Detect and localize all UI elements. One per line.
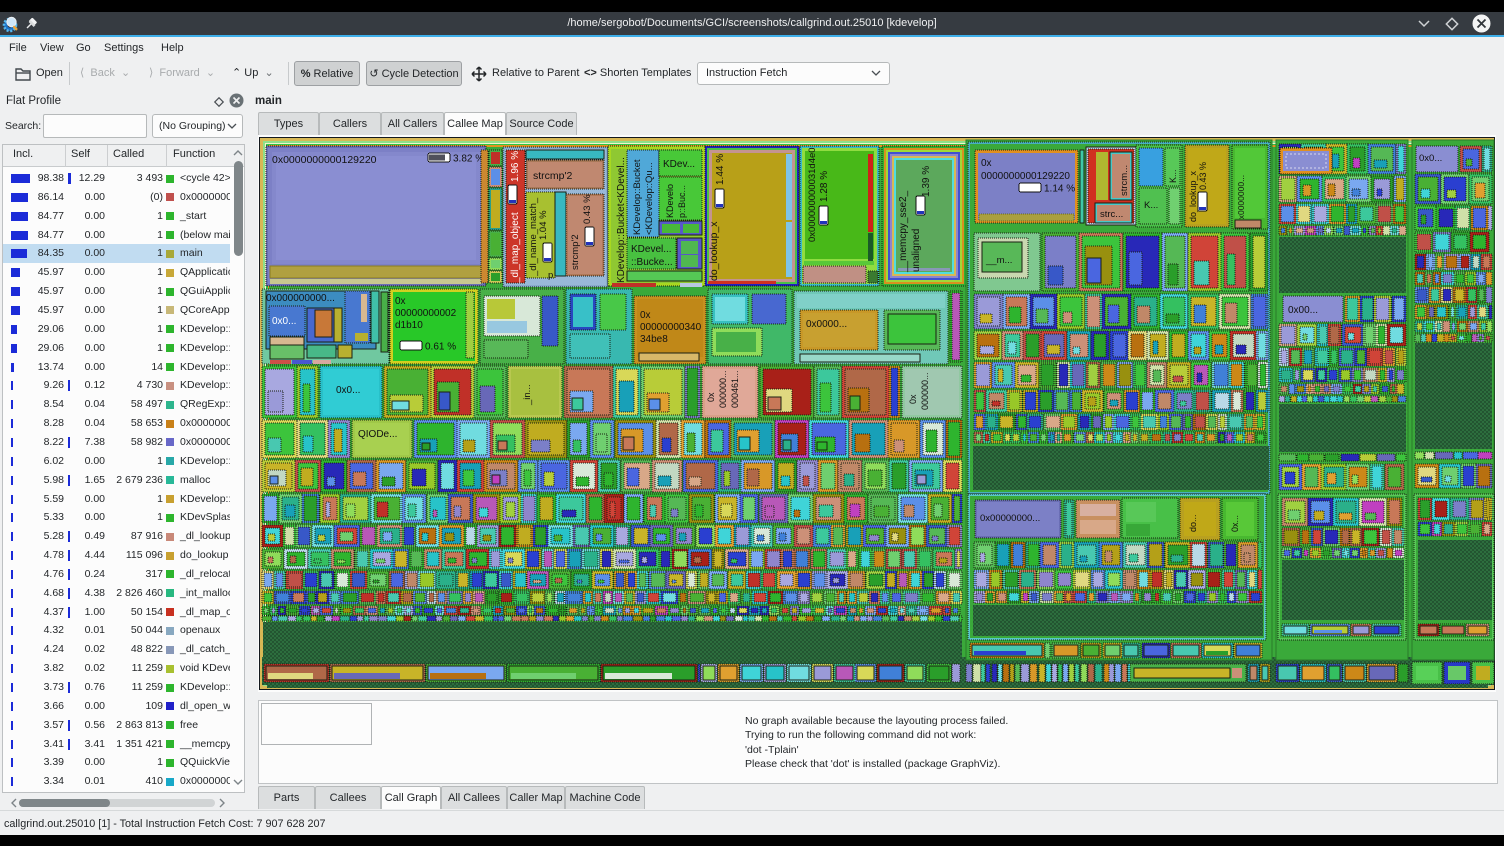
svg-text:0x: 0x bbox=[908, 394, 918, 404]
svg-text:KDevelop::Bucket<KDevel...: KDevelop::Bucket<KDevel... bbox=[616, 157, 627, 283]
svg-text:0.61 %: 0.61 % bbox=[425, 342, 456, 353]
svg-text:3.82 %: 3.82 % bbox=[453, 154, 484, 165]
svg-text:0.43 %: 0.43 % bbox=[582, 194, 593, 224]
svg-text:000461...: 000461... bbox=[730, 370, 740, 408]
svg-text:_dl_map_object: _dl_map_object bbox=[510, 212, 521, 284]
svg-text:strcmp'2: strcmp'2 bbox=[533, 170, 573, 182]
svg-text:__m...: __m... bbox=[985, 255, 1012, 266]
svg-text:1.44 %: 1.44 % bbox=[715, 154, 726, 185]
svg-text:0000000000129220: 0000000000129220 bbox=[981, 171, 1070, 182]
svg-text:0x0000000...: 0x0000000... bbox=[1236, 175, 1246, 224]
svg-text:KDevelo: KDevelo bbox=[665, 184, 675, 218]
svg-text:1.96 %: 1.96 % bbox=[510, 151, 521, 182]
svg-text:KDevel...: KDevel... bbox=[631, 244, 672, 255]
svg-text:0x0000000000129220: 0x0000000000129220 bbox=[272, 154, 377, 166]
svg-text:p::Buc...: p::Buc... bbox=[677, 185, 687, 218]
svg-text:do_lookup_x: do_lookup_x bbox=[708, 221, 720, 281]
svg-text:00000000002: 00000000002 bbox=[395, 308, 457, 319]
svg-text:1.04 %: 1.04 % bbox=[538, 210, 549, 240]
svg-text:0x...: 0x... bbox=[1230, 515, 1240, 532]
svg-text:0x0...: 0x0... bbox=[336, 385, 360, 396]
svg-text:unaligned: unaligned bbox=[911, 229, 922, 272]
svg-text:0x0...: 0x0... bbox=[272, 316, 296, 327]
svg-text:__memcpy_sse2_: __memcpy_sse2_ bbox=[898, 190, 909, 273]
svg-text:0x00000000...: 0x00000000... bbox=[980, 513, 1040, 524]
svg-text:KDevelop::Bucket: KDevelop::Bucket bbox=[632, 159, 643, 235]
svg-text:0x0...: 0x0... bbox=[1419, 153, 1442, 164]
svg-text:d1b10: d1b10 bbox=[395, 320, 423, 331]
svg-text:0x: 0x bbox=[640, 310, 651, 321]
svg-text:0x0000...: 0x0000... bbox=[806, 319, 847, 330]
svg-text:000000...: 000000... bbox=[920, 372, 930, 410]
svg-text:0x: 0x bbox=[981, 158, 992, 169]
svg-text:p: p bbox=[548, 270, 553, 281]
svg-text:strcm...: strcm... bbox=[1119, 165, 1130, 196]
svg-text:0x000000000031d4e0: 0x000000000031d4e0 bbox=[807, 147, 818, 242]
svg-text:1.14 %: 1.14 % bbox=[1044, 184, 1075, 195]
svg-text:strcmp'2: strcmp'2 bbox=[570, 234, 581, 270]
svg-text:K...: K... bbox=[1144, 200, 1158, 211]
svg-text:do...: do... bbox=[1188, 514, 1198, 532]
svg-text:<KDevelop::Qu...: <KDevelop::Qu... bbox=[644, 162, 655, 235]
svg-text:0.43 %: 0.43 % bbox=[1198, 162, 1208, 190]
svg-text:0x: 0x bbox=[706, 392, 716, 402]
svg-text:strc...: strc... bbox=[1100, 209, 1123, 220]
svg-text:1.39 %: 1.39 % bbox=[921, 166, 932, 197]
svg-text:00000000340: 00000000340 bbox=[640, 322, 702, 333]
svg-text:0x000000000...: 0x000000000... bbox=[266, 293, 335, 304]
svg-text:0x00...: 0x00... bbox=[1288, 305, 1318, 316]
svg-text:1.28 %: 1.28 % bbox=[819, 171, 830, 202]
svg-text:_in...: _in... bbox=[522, 384, 533, 406]
svg-text:QIODe...: QIODe... bbox=[358, 429, 397, 440]
svg-text:000000...: 000000... bbox=[718, 370, 728, 408]
svg-text:KDev...: KDev... bbox=[663, 159, 695, 170]
svg-text:K...: K... bbox=[1168, 169, 1178, 183]
svg-text:do_lookup_x: do_lookup_x bbox=[1188, 170, 1198, 222]
svg-text:0x: 0x bbox=[395, 296, 406, 307]
svg-text:34be8: 34be8 bbox=[640, 334, 668, 345]
svg-text:::Bucke...: ::Bucke... bbox=[631, 257, 673, 268]
